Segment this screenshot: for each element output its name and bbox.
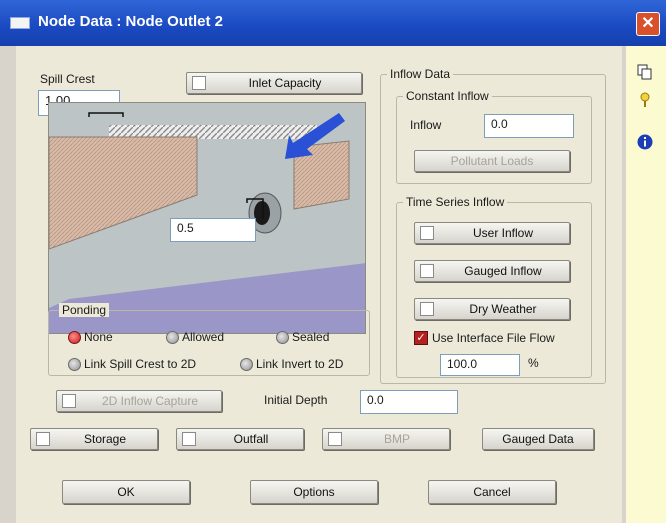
gauged-inflow-button[interactable]: Gauged Inflow <box>414 260 570 282</box>
ponding-allowed-label: Allowed <box>182 330 225 344</box>
inflow-label: Inflow <box>410 118 442 132</box>
ponding-sealed-radio[interactable] <box>276 331 289 344</box>
2d-inflow-capture-checkbox[interactable] <box>62 394 76 408</box>
ponding-none-label: None <box>84 330 113 344</box>
info-icon[interactable] <box>636 134 654 152</box>
window-icon <box>10 17 30 29</box>
ponding-allowed-radio[interactable] <box>166 331 179 344</box>
bmp-label: BMP <box>383 432 410 446</box>
percent-input[interactable]: 100.0 <box>440 354 520 376</box>
ok-button[interactable]: OK <box>62 480 190 504</box>
ponding-title: Ponding <box>59 303 110 317</box>
cancel-button[interactable]: Cancel <box>428 480 556 504</box>
ponding-none-radio[interactable] <box>68 331 81 344</box>
gauged-data-button[interactable]: Gauged Data <box>482 428 594 450</box>
bmp-checkbox[interactable] <box>328 432 342 446</box>
pollutant-loads-button[interactable]: Pollutant Loads <box>414 150 570 172</box>
use-interface-label: Use Interface File Flow <box>432 331 555 345</box>
side-toolbar <box>626 46 666 523</box>
constant-inflow-title: Constant Inflow <box>403 89 492 103</box>
use-interface-checkbox[interactable]: ✓ <box>414 331 428 345</box>
spill-crest-label: Spill Crest <box>40 72 95 86</box>
gauged-inflow-checkbox[interactable] <box>420 264 434 278</box>
inlet-capacity-button[interactable]: Inlet Capacity <box>186 72 362 94</box>
copy-icon[interactable] <box>636 64 654 82</box>
storage-button[interactable]: Storage <box>30 428 158 450</box>
link-spill-label: Link Spill Crest to 2D <box>84 357 197 371</box>
user-inflow-checkbox[interactable] <box>420 226 434 240</box>
bmp-button[interactable]: BMP <box>322 428 450 450</box>
dry-weather-checkbox[interactable] <box>420 302 434 316</box>
outfall-checkbox[interactable] <box>182 432 196 446</box>
close-button[interactable]: ✕ <box>636 12 660 36</box>
outfall-button[interactable]: Outfall <box>176 428 304 450</box>
2d-inflow-capture-label: 2D Inflow Capture <box>101 394 199 408</box>
invert-input[interactable]: 0.5 <box>170 218 256 242</box>
inlet-capacity-checkbox[interactable] <box>192 76 206 90</box>
initial-depth-input[interactable]: 0.0 <box>360 390 458 414</box>
gauged-inflow-label: Gauged Inflow <box>464 264 542 278</box>
initial-depth-label: Initial Depth <box>264 393 328 407</box>
link-spill-radio[interactable] <box>68 358 81 371</box>
ponding-sealed-label: Sealed <box>292 330 330 344</box>
outfall-label: Outfall <box>233 432 269 446</box>
outlet-opening <box>254 201 270 225</box>
percent-unit: % <box>528 356 539 370</box>
user-inflow-button[interactable]: User Inflow <box>414 222 570 244</box>
inflow-input[interactable]: 0.0 <box>484 114 574 138</box>
window-title: Node Data : Node Outlet 2 <box>38 13 224 30</box>
dry-weather-label: Dry Weather <box>469 302 537 316</box>
dry-weather-button[interactable]: Dry Weather <box>414 298 570 320</box>
link-invert-label: Link Invert to 2D <box>256 357 344 371</box>
inlet-capacity-label: Inlet Capacity <box>248 76 322 90</box>
storage-checkbox[interactable] <box>36 432 50 446</box>
node-data-dialog: Spill Crest 1.00 Inlet Capacity 0.5 Pond… <box>16 46 622 523</box>
options-button[interactable]: Options <box>250 480 378 504</box>
time-series-inflow-title: Time Series Inflow <box>403 195 508 209</box>
title-bar[interactable]: Node Data : Node Outlet 2 ✕ <box>0 0 666 46</box>
inflow-data-title: Inflow Data <box>387 67 454 81</box>
storage-label: Storage <box>83 432 127 446</box>
2d-inflow-capture-button[interactable]: 2D Inflow Capture <box>56 390 222 412</box>
user-inflow-label: User Inflow <box>472 226 534 240</box>
link-invert-radio[interactable] <box>240 358 253 371</box>
pin-icon[interactable] <box>636 92 654 110</box>
